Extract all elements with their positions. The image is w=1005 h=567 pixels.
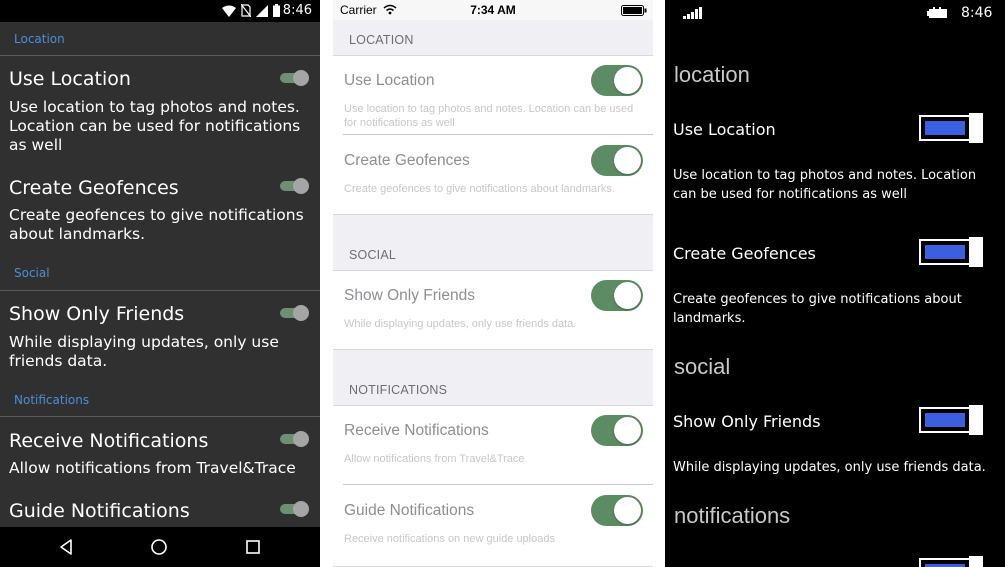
signal-icon	[683, 7, 702, 19]
winphone-settings-screen: 8:46 location Use Location Use location …	[665, 0, 1005, 567]
setting-description: Use location to tag photos and notes. Lo…	[344, 103, 634, 129]
setting-title-guide-notifications[interactable]: Guide Notifications	[344, 502, 474, 520]
section-header-social: Social	[14, 266, 50, 280]
cell-separator	[343, 484, 653, 485]
no-sim-icon	[241, 4, 251, 17]
winphone-status-bar: 8:46	[665, 0, 1005, 28]
setting-title-create-geofences[interactable]: Create Geofences	[9, 177, 179, 199]
show-only-friends-toggle[interactable]	[919, 405, 983, 435]
section-header-location: LOCATION	[349, 33, 414, 47]
android-settings-screen: 8:46 Location Use Location Use location …	[0, 0, 320, 567]
setting-description: Allow notifications from Travel&Trace	[344, 453, 525, 465]
android-status-icons	[222, 4, 280, 17]
android-nav-bar	[0, 527, 320, 567]
section-header-notifications: notifications	[674, 503, 791, 528]
wifi-icon	[222, 5, 236, 17]
section-header-social: SOCIAL	[349, 248, 397, 262]
use-location-switch[interactable]	[280, 70, 309, 86]
android-status-bar: 8:46	[0, 0, 320, 22]
setting-description: Create geofences to give notifications a…	[344, 183, 615, 195]
divider	[0, 55, 320, 56]
setting-title-receive-notifications[interactable]: Receive Notifications	[344, 422, 489, 440]
divider	[0, 416, 320, 417]
section-header-notifications: NOTIFICATIONS	[349, 383, 448, 397]
section-header-notifications: Notifications	[14, 393, 90, 407]
setting-description: Receive notifications on new guide uploa…	[344, 533, 555, 545]
setting-title-use-location[interactable]: Use Location	[9, 68, 131, 90]
battery-icon	[273, 4, 280, 17]
show-only-friends-switch[interactable]	[280, 305, 309, 321]
section-header-location: location	[674, 62, 750, 87]
battery-icon	[621, 5, 647, 16]
setting-title-create-geofences[interactable]: Create Geofences	[344, 152, 470, 170]
section-header-social: social	[674, 354, 731, 379]
battery-icon	[927, 7, 947, 18]
setting-title-use-location[interactable]: Use Location	[344, 72, 434, 90]
create-geofences-toggle[interactable]	[919, 237, 983, 267]
create-geofences-switch[interactable]	[280, 178, 309, 194]
receive-notifications-switch[interactable]	[280, 431, 309, 447]
setting-description: Use location to tag photos and notes. Lo…	[673, 168, 977, 202]
signal-icon	[256, 4, 268, 17]
guide-notifications-switch[interactable]	[280, 501, 309, 517]
create-geofences-switch[interactable]	[591, 145, 643, 176]
recents-icon[interactable]	[243, 537, 263, 557]
ios-status-bar: Carrier 7:34 AM	[333, 0, 653, 20]
ios-settings-screen: Carrier 7:34 AM LOCATION Use Location Us…	[333, 0, 653, 567]
guide-notifications-switch[interactable]	[591, 495, 643, 526]
setting-title-show-only-friends[interactable]: Show Only Friends	[344, 287, 475, 305]
setting-description: While displaying updates, only use frien…	[344, 318, 577, 330]
setting-description: Allow notifications from Travel&Trace	[9, 459, 296, 477]
receive-notifications-toggle[interactable]	[919, 556, 983, 567]
setting-description: Use location to tag photos and notes. Lo…	[9, 98, 301, 154]
setting-description: While displaying updates, only use frien…	[673, 460, 986, 475]
use-location-toggle[interactable]	[919, 113, 983, 143]
back-icon[interactable]	[57, 537, 77, 557]
section-header-location: Location	[14, 32, 65, 46]
setting-title-receive-notifications[interactable]: Receive Notifications	[9, 430, 208, 452]
cell-separator	[343, 134, 653, 135]
status-time: 8:46	[961, 5, 993, 21]
setting-title-use-location[interactable]: Use Location	[673, 120, 776, 139]
setting-description: Create geofences to give notifications a…	[673, 292, 962, 326]
home-icon[interactable]	[149, 537, 169, 557]
status-time: 8:46	[282, 3, 312, 18]
setting-description: Create geofences to give notifications a…	[9, 206, 304, 243]
setting-title-show-only-friends[interactable]: Show Only Friends	[673, 412, 821, 431]
setting-description: While displaying updates, only use frien…	[9, 333, 279, 370]
show-only-friends-switch[interactable]	[591, 280, 643, 311]
divider	[0, 290, 320, 291]
use-location-switch[interactable]	[591, 65, 643, 96]
setting-title-create-geofences[interactable]: Create Geofences	[673, 244, 816, 263]
setting-title-guide-notifications[interactable]: Guide Notifications	[9, 500, 190, 522]
receive-notifications-switch[interactable]	[591, 415, 643, 446]
status-time: 7:34 AM	[470, 3, 516, 17]
setting-title-show-only-friends[interactable]: Show Only Friends	[9, 303, 184, 325]
